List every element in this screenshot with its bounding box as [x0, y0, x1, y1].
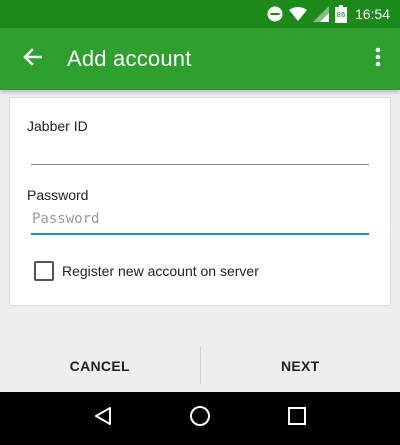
status-bar: 86 16:54 — [0, 0, 400, 28]
wifi-icon — [288, 7, 307, 21]
password-underline — [31, 233, 369, 235]
status-time: 16:54 — [354, 6, 390, 22]
svg-text:86: 86 — [336, 11, 345, 19]
password-label: Password — [27, 187, 89, 203]
square-recents-icon — [287, 407, 306, 430]
jid-label: Jabber ID — [27, 118, 88, 134]
jid-underline — [31, 164, 369, 165]
register-checkbox[interactable] — [34, 261, 54, 281]
page-title: Add account — [67, 46, 192, 71]
arrow-left-icon — [22, 47, 43, 72]
register-account-row[interactable]: Register new account on server — [34, 261, 259, 281]
next-button[interactable]: NEXT — [201, 340, 400, 392]
cancel-button[interactable]: CANCEL — [0, 340, 200, 392]
action-button-bar: CANCEL NEXT — [0, 340, 400, 392]
signal-icon — [312, 6, 329, 22]
battery-icon: 86 — [334, 5, 347, 23]
nav-back-button[interactable] — [83, 399, 123, 439]
do-not-disturb-icon — [267, 6, 283, 22]
overflow-menu-button[interactable] — [366, 39, 390, 79]
register-checkbox-label: Register new account on server — [62, 263, 259, 279]
back-button[interactable] — [12, 39, 52, 79]
navigation-bar — [0, 392, 400, 445]
app-bar: Add account — [0, 28, 400, 90]
jid-input[interactable] — [31, 134, 369, 164]
more-vert-icon — [375, 47, 381, 72]
triangle-back-icon — [94, 406, 112, 431]
nav-recents-button[interactable] — [277, 399, 317, 439]
nav-home-button[interactable] — [180, 399, 220, 439]
password-input[interactable] — [31, 204, 369, 234]
circle-home-icon — [189, 405, 211, 432]
account-form-card: Jabber ID Password Register new account … — [9, 97, 391, 306]
